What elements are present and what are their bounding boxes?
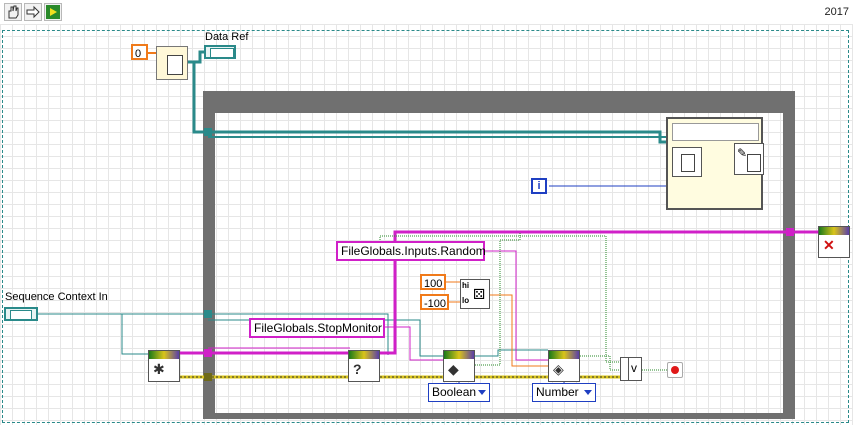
sequence-context-label: Sequence Context In — [5, 291, 108, 303]
refnum-icon — [210, 48, 234, 58]
dice-icon: ⚄ — [473, 286, 486, 302]
question-icon: ? — [353, 361, 362, 377]
in-place-element-structure[interactable]: ✎ — [666, 117, 764, 210]
asterisk-icon: ✱ — [153, 361, 165, 377]
exists-api-node[interactable]: ? — [348, 350, 380, 382]
iteration-terminal: i — [531, 178, 547, 194]
chevron-down-icon — [478, 390, 486, 395]
set-number-node[interactable]: ◈ — [548, 350, 580, 382]
data-ref-label: Data Ref — [205, 31, 249, 43]
cluster-tunnel — [204, 128, 212, 136]
compound-or-node[interactable]: v — [620, 357, 642, 381]
or-symbol: v — [631, 361, 637, 375]
new-api-node[interactable]: ✱ — [148, 350, 180, 382]
structure-border — [672, 123, 759, 141]
random-lo-terminal: lo — [462, 296, 470, 305]
boolean-ring[interactable]: Boolean — [428, 383, 490, 402]
string-output-tunnel — [786, 228, 794, 236]
error-tunnel — [204, 373, 212, 381]
stop-terminal[interactable] — [667, 362, 683, 378]
hi-constant[interactable]: 100 — [420, 274, 446, 290]
reference-tunnel — [204, 310, 212, 318]
read-node[interactable] — [672, 147, 702, 177]
random-property-constant[interactable]: FileGlobals.Inputs.Random — [336, 241, 486, 261]
random-number-node[interactable]: hi lo ⚄ — [460, 279, 490, 309]
stop-monitor-property-constant[interactable]: FileGlobals.StopMonitor — [249, 318, 385, 338]
document-icon — [681, 154, 695, 172]
compound-or-input-divider — [621, 358, 629, 380]
close-reference-node[interactable]: ✕ — [818, 226, 850, 258]
number-ring[interactable]: Number — [532, 383, 596, 402]
sequence-context-control[interactable] — [4, 307, 38, 321]
data-ref-indicator[interactable] — [204, 45, 236, 59]
document-icon — [747, 154, 761, 172]
document-icon — [167, 55, 183, 75]
random-hi-terminal: hi — [462, 281, 470, 290]
refnum-icon — [10, 310, 32, 320]
close-icon: ✕ — [823, 237, 835, 253]
lo-constant[interactable]: -100 — [420, 294, 449, 310]
string-tunnel — [204, 349, 212, 357]
get-value-icon: ◆ — [448, 361, 459, 377]
number-ring-label: Number — [536, 385, 579, 399]
wires — [38, 50, 820, 384]
boolean-ring-label: Boolean — [432, 385, 477, 399]
set-value-icon: ◈ — [553, 361, 564, 377]
zero-constant[interactable]: 0 — [131, 44, 148, 60]
get-boolean-node[interactable]: ◆ — [443, 350, 475, 382]
pencil-icon: ✎ — [737, 146, 748, 160]
write-node[interactable]: ✎ — [734, 143, 764, 175]
chevron-down-icon — [584, 390, 592, 395]
new-data-value-reference-node[interactable] — [156, 46, 188, 80]
